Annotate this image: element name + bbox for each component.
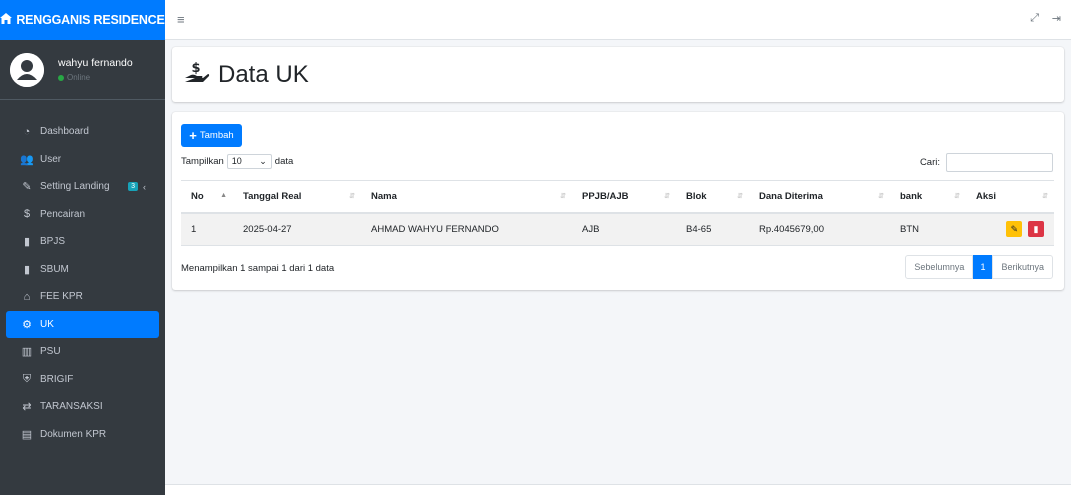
user-status: Online [58, 73, 133, 82]
sidebar-item-dashboard[interactable]: ◔ Dashboard [6, 118, 159, 146]
sort-icon: ⇵ [954, 193, 960, 200]
data-card: + Tambah Tampilkan 10 ⌄ data Cari: No ▲ T… [172, 112, 1064, 290]
th-no[interactable]: No ▲ [181, 180, 233, 214]
status-dot-icon [58, 74, 64, 81]
chevron-left-icon: ‹ [143, 181, 146, 192]
th-tanggal-real[interactable]: Tanggal Real ⇵ [233, 180, 361, 214]
sort-icon: ⇵ [878, 193, 884, 200]
user-name[interactable]: wahyu fernando [58, 57, 133, 69]
document-icon: ▤ [21, 428, 33, 441]
users-icon: 👥 [20, 153, 34, 166]
th-ppjb-ajb[interactable]: PPJB/AJB ⇵ [572, 180, 676, 214]
sidebar-item-taransaksi[interactable]: ⇄ TARANSAKSI [6, 393, 159, 421]
cell-ppjb-ajb: AJB [572, 212, 676, 246]
edit-icon: ✎ [22, 181, 32, 194]
file-icon: ▮ [23, 236, 31, 249]
count-badge: 3 [128, 182, 138, 192]
sort-asc-icon: ▲ [220, 192, 227, 199]
svg-text:$: $ [191, 61, 200, 76]
exchange-icon: ⇄ [22, 401, 32, 414]
cell-no: 1 [181, 212, 233, 246]
cogs-icon: ⚙ [22, 318, 32, 331]
sort-icon: ⇵ [1042, 193, 1048, 200]
cell-bank: BTN [890, 212, 966, 246]
sidebar-item-setting-landing[interactable]: ✎ Setting Landing 3 ‹ [6, 173, 159, 201]
sidebar-item-fee-kpr[interactable]: ⌂ FEE KPR [6, 283, 159, 311]
trash-icon: ▮ [1033, 224, 1039, 235]
sidebar-item-uk[interactable]: ⚙ UK [6, 310, 159, 338]
cell-nama: AHMAD WAHYU FERNANDO [361, 212, 572, 246]
brand-link[interactable]: RENGGANIS RESIDENCE [0, 0, 165, 40]
page-length-control: Tampilkan 10 ⌄ data [181, 154, 294, 169]
sort-icon: ⇵ [664, 193, 670, 200]
page-title: Data UK [218, 60, 309, 88]
sidebar-item-pencairan[interactable]: $ Pencairan [6, 201, 159, 229]
pagination: Sebelumnya 1 Berikutnya [905, 255, 1053, 279]
sidebar-item-psu[interactable]: ▥ PSU [6, 338, 159, 366]
th-aksi[interactable]: Aksi ⇵ [966, 180, 1054, 214]
page-1-button[interactable]: 1 [973, 255, 993, 279]
house-icon: ⌂ [23, 290, 31, 303]
th-dana-diterima[interactable]: Dana Diterima ⇵ [749, 180, 890, 214]
th-bank[interactable]: bank ⇵ [890, 180, 966, 214]
search-control: Cari: [920, 153, 1053, 172]
building-icon: ▥ [21, 346, 33, 359]
hand-money-icon: $ [184, 60, 210, 89]
sidebar-item-user[interactable]: 👥 User [6, 146, 159, 174]
next-page-button[interactable]: Berikutnya [992, 255, 1053, 279]
chevron-down-icon: ⌄ [259, 156, 267, 166]
sidebar-nav: ◔ Dashboard 👥 User ✎ Setting Landing 3 ‹ $ Pen… [0, 118, 165, 448]
top-navbar: ≡ ⤢ ⇥ [165, 0, 1071, 40]
th-blok[interactable]: Blok ⇵ [676, 180, 749, 214]
fullscreen-icon[interactable]: ⤢ [1030, 12, 1039, 25]
page-footer [165, 484, 1071, 495]
brand-name: RENGGANIS RESIDENCE [16, 13, 165, 27]
prev-page-button[interactable]: Sebelumnya [905, 255, 974, 279]
sidebar: RENGGANIS RESIDENCE wahyu fernando Onlin… [0, 0, 165, 495]
sort-icon: ⇵ [737, 193, 743, 200]
search-input[interactable] [946, 153, 1053, 172]
delete-button[interactable]: ▮ [1028, 221, 1044, 238]
cell-aksi: ✎ ▮ [966, 212, 1054, 246]
sort-icon: ⇵ [560, 193, 566, 200]
page-header: $ Data UK [172, 47, 1064, 102]
page-length-select[interactable]: 10 ⌄ [226, 154, 272, 169]
add-button[interactable]: + Tambah [181, 124, 242, 147]
hand-money-icon: $ [23, 208, 31, 221]
file-icon: ▮ [23, 263, 31, 276]
user-avatar-icon [10, 52, 44, 87]
cell-dana-diterima: Rp.4045679,00 [749, 212, 890, 246]
cell-tanggal-real: 2025-04-27 [233, 212, 361, 246]
edit-button[interactable]: ✎ [1006, 221, 1023, 238]
edit-icon: ✎ [1010, 224, 1019, 235]
hamburger-menu-icon[interactable]: ≡ [177, 12, 185, 27]
table-header-row: No ▲ Tanggal Real ⇵ Nama ⇵ PPJB/AJB ⇵ Blok ⇵ … [181, 180, 1054, 214]
shield-icon: ⛨ [22, 372, 32, 385]
sidebar-item-brigif[interactable]: ⛨ BRIGIF [6, 366, 159, 394]
sidebar-item-dokumen-kpr[interactable]: ▤ Dokumen KPR [6, 421, 159, 449]
avatar[interactable] [10, 52, 44, 87]
user-panel: wahyu fernando Online [0, 40, 165, 100]
sidebar-item-sbum[interactable]: ▮ SBUM [6, 256, 159, 284]
cell-blok: B4-65 [676, 212, 749, 246]
logout-icon[interactable]: ⇥ [1052, 12, 1061, 25]
table-row: 1 2025-04-27 AHMAD WAHYU FERNANDO AJB B4… [181, 212, 1054, 246]
th-nama[interactable]: Nama ⇵ [361, 180, 572, 214]
tachometer-icon: ◔ [23, 125, 31, 138]
sidebar-item-bpjs[interactable]: ▮ BPJS [6, 228, 159, 256]
data-table: No ▲ Tanggal Real ⇵ Nama ⇵ PPJB/AJB ⇵ Blok ⇵ … [181, 180, 1054, 246]
sort-icon: ⇵ [349, 193, 355, 200]
home-icon [0, 13, 13, 27]
plus-icon: + [189, 128, 197, 143]
table-info: Menampilkan 1 sampai 1 dari 1 data [181, 263, 335, 274]
